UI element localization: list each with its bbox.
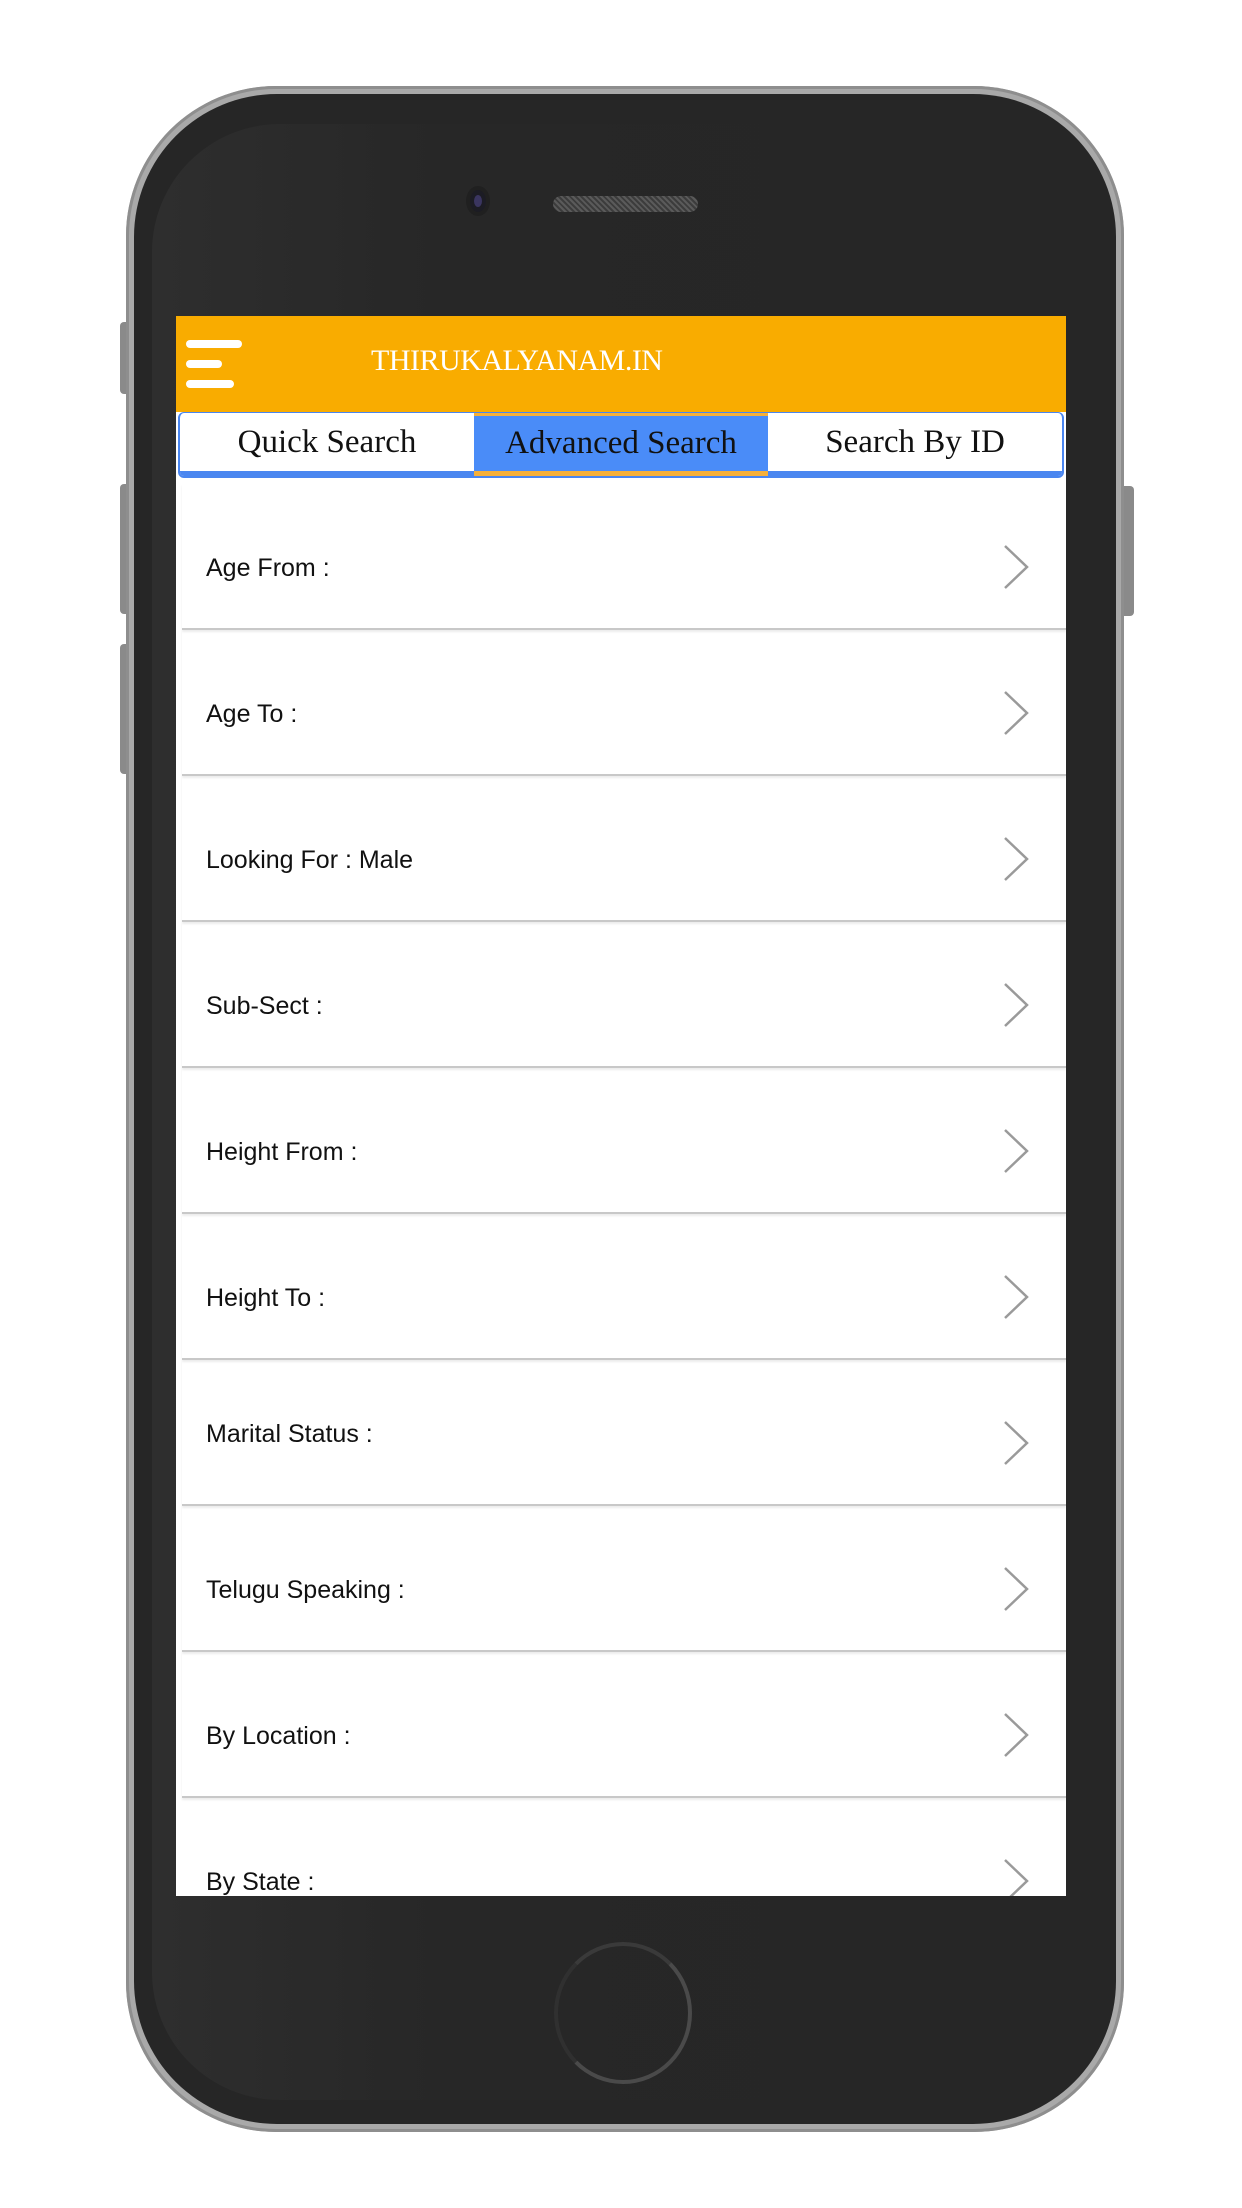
filter-label: By State : [206,1868,315,1896]
filter-label: By Location : [206,1722,351,1750]
filter-by-state[interactable]: By State : [182,1798,1066,1896]
filter-age-to[interactable]: Age To : [182,630,1066,776]
chevron-right-icon [1004,1567,1029,1611]
home-button[interactable] [554,1942,692,2084]
tab-advanced-search[interactable]: Advanced Search [474,413,768,476]
filter-marital-status[interactable]: Marital Status : [182,1360,1066,1506]
filter-label: Height To : [206,1284,326,1312]
front-camera [470,190,486,212]
filter-label: Age To : [206,700,298,728]
power-button [1124,486,1134,616]
filter-list: Age From : Age To : Looking For : Male S… [176,484,1066,1896]
search-tabs: Quick Search Advanced Search Search By I… [178,412,1064,478]
app-screen: THIRUKALYANAM.IN Quick Search Advanced S… [176,316,1066,1896]
chevron-right-icon [1004,1859,1029,1896]
filter-label: Sub-Sect : [206,992,323,1020]
app-title: THIRUKALYANAM.IN [371,344,663,377]
tab-search-by-id[interactable]: Search By ID [768,413,1062,476]
chevron-right-icon [1004,691,1029,735]
filter-height-to[interactable]: Height To : [182,1214,1066,1360]
filter-label: Age From : [206,554,330,582]
chevron-right-icon [1004,1421,1029,1465]
filter-label: Looking For : Male [206,846,414,874]
hamburger-menu-icon[interactable] [186,340,246,388]
chevron-right-icon [1004,983,1029,1027]
filter-label: Telugu Speaking : [206,1576,405,1604]
filter-telugu-speaking[interactable]: Telugu Speaking : [182,1506,1066,1652]
filter-height-from[interactable]: Height From : [182,1068,1066,1214]
chevron-right-icon [1004,1713,1029,1757]
filter-age-from[interactable]: Age From : [182,484,1066,630]
chevron-right-icon [1004,1275,1029,1319]
filter-sub-sect[interactable]: Sub-Sect : [182,922,1066,1068]
filter-by-location[interactable]: By Location : [182,1652,1066,1798]
tab-quick-search[interactable]: Quick Search [180,413,474,476]
chevron-right-icon [1004,1129,1029,1173]
filter-label: Marital Status : [206,1420,373,1448]
filter-label: Height From : [206,1138,358,1166]
filter-looking-for[interactable]: Looking For : Male [182,776,1066,922]
earpiece-speaker [553,196,698,212]
chevron-right-icon [1004,545,1029,589]
chevron-right-icon [1004,837,1029,881]
app-header: THIRUKALYANAM.IN [176,316,1066,412]
